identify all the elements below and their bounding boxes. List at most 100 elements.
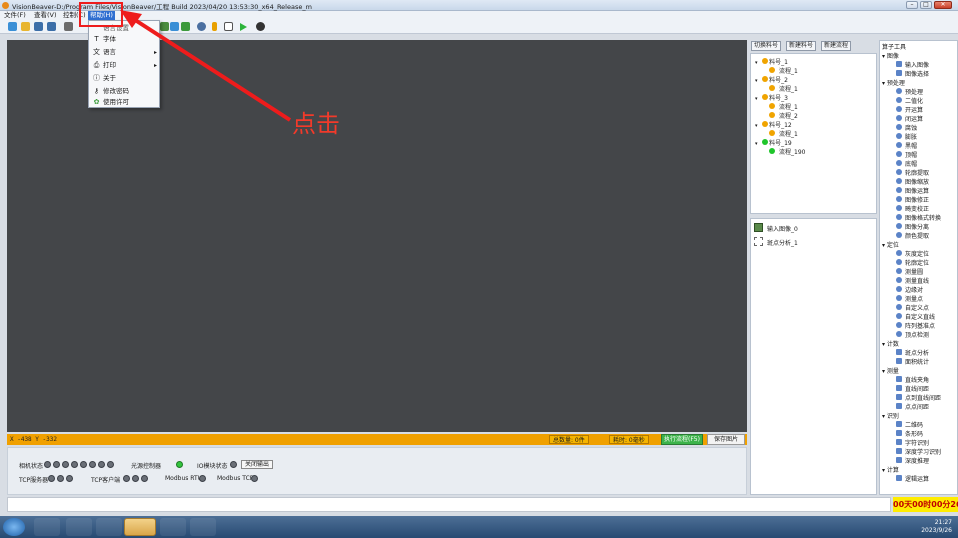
operator-item[interactable]: 轮廓定位	[896, 258, 929, 267]
operator-item[interactable]: 顶帽	[896, 150, 917, 159]
save-image-button[interactable]: 保存图片	[707, 434, 745, 445]
tree-item[interactable]: ▾ 料号_1	[755, 57, 788, 66]
save-icon[interactable]	[34, 22, 43, 31]
visionbeaver-app-icon[interactable]	[190, 518, 216, 536]
run-flow-button[interactable]: 执行流程(F5)	[661, 434, 703, 445]
operator-item[interactable]: 灰度定位	[896, 249, 929, 258]
flow-step[interactable]: 输入图像_0	[754, 223, 874, 233]
operator-item[interactable]: 顶点检测	[896, 330, 929, 339]
operator-item[interactable]: 自定义点	[896, 303, 929, 312]
operator-item[interactable]: 测量圆	[896, 267, 923, 276]
folder-icon[interactable]	[124, 518, 156, 536]
tree-item[interactable]: ▾ 料号_3	[755, 93, 788, 102]
operator-icon	[896, 142, 902, 148]
operator-label: 颜色提取	[905, 233, 930, 240]
tree-item[interactable]: ▾ 料号_2	[755, 75, 788, 84]
settings-icon[interactable]	[64, 22, 73, 31]
new-flow-button[interactable]: 新建流程	[821, 41, 852, 51]
operator-item[interactable]: 二维码	[896, 420, 923, 429]
operator-group[interactable]: ▾ 计数	[882, 339, 899, 348]
cursor-coordinates: X -438 Y -332	[10, 436, 57, 443]
operator-item[interactable]: 图像运算	[896, 186, 929, 195]
maximize-button[interactable]: □	[920, 1, 932, 9]
tree-item[interactable]: 流程_190	[769, 147, 805, 156]
operator-group[interactable]: ▾ 测量	[882, 366, 899, 375]
operator-group-label: 计数	[886, 341, 899, 348]
operator-group[interactable]: ▾ 识别	[882, 411, 899, 420]
operator-item[interactable]: 底帽	[896, 159, 917, 168]
tree-item[interactable]: 流程_1	[769, 129, 798, 138]
tree-item[interactable]: 流程_1	[769, 84, 798, 93]
operator-item[interactable]: 测量直线	[896, 276, 929, 285]
command-input[interactable]	[7, 497, 891, 512]
operator-item[interactable]: 测量点	[896, 294, 923, 303]
operator-group[interactable]: ▾ 计算	[882, 465, 899, 474]
operator-item[interactable]: 图像修正	[896, 195, 929, 204]
operator-item[interactable]: 膨胀	[896, 132, 917, 141]
minimize-button[interactable]: –	[906, 1, 918, 9]
operator-item[interactable]: 轮廓提取	[896, 168, 929, 177]
menu-view[interactable]: 查看(V)	[32, 11, 59, 20]
operator-item[interactable]: 逻辑运算	[896, 474, 929, 483]
operator-item[interactable]: 条形码	[896, 429, 923, 438]
elapsed-time: 耗时: 0毫秒	[609, 435, 649, 444]
operator-item[interactable]: 图像格式转换	[896, 213, 941, 222]
operator-item[interactable]: 边缘对	[896, 285, 923, 294]
switch-recipe-button[interactable]: 切换料号	[751, 41, 782, 51]
operator-item[interactable]: 图像分离	[896, 222, 929, 231]
new-icon[interactable]	[8, 22, 17, 31]
operator-item[interactable]: 颜色提取	[896, 231, 929, 240]
operator-toolbox-title: 算子工具	[882, 44, 907, 51]
camera-7-indicator	[98, 461, 105, 468]
start-icon[interactable]	[3, 518, 25, 536]
operator-item[interactable]: 输入图像	[896, 60, 929, 69]
operator-item[interactable]: 深度推理	[896, 456, 929, 465]
operator-item[interactable]: 深度学习识别	[896, 447, 941, 456]
operator-item[interactable]: 直线夹角	[896, 375, 929, 384]
operator-item[interactable]: 图像缩放	[896, 177, 929, 186]
close-button[interactable]: ✕	[934, 1, 952, 9]
operator-item[interactable]: 图像选择	[896, 69, 929, 78]
operator-item[interactable]: 阵列基准点	[896, 321, 935, 330]
operator-item[interactable]: 预处理	[896, 87, 923, 96]
operator-label: 图像缩放	[905, 179, 930, 186]
operator-item[interactable]: 畸变校正	[896, 204, 929, 213]
tools-icon[interactable]	[96, 518, 122, 536]
operator-item[interactable]: 直线间距	[896, 384, 929, 393]
operator-item[interactable]: 自定义直线	[896, 312, 935, 321]
operator-label: 图像格式转换	[905, 215, 942, 222]
flow-step[interactable]: 斑点分析_1	[754, 237, 874, 247]
green-app-icon[interactable]	[160, 518, 186, 536]
explorer-icon[interactable]	[66, 518, 92, 536]
tree-item[interactable]: 流程_1	[769, 66, 798, 75]
tree-item[interactable]: 流程_1	[769, 102, 798, 111]
save-as-icon[interactable]	[47, 22, 56, 31]
operator-item[interactable]: 闭运算	[896, 114, 923, 123]
taskbar: 21:27 2023/9/26	[0, 516, 958, 538]
operator-group[interactable]: ▾ 定位	[882, 240, 899, 249]
operator-item[interactable]: 面积统计	[896, 357, 929, 366]
status-dot	[769, 112, 775, 118]
operator-icon	[896, 169, 902, 175]
operator-item[interactable]: 腐蚀	[896, 123, 917, 132]
open-icon[interactable]	[21, 22, 30, 31]
operator-item[interactable]: 开运算	[896, 105, 923, 114]
operator-item[interactable]: 字符识别	[896, 438, 929, 447]
operator-group[interactable]: ▾ 预处理	[882, 78, 905, 87]
browser-icon[interactable]	[34, 518, 60, 536]
status-dot	[769, 130, 775, 136]
operator-item[interactable]: 黑帽	[896, 141, 917, 150]
system-clock: 21:27 2023/9/26	[921, 519, 952, 535]
menu-file[interactable]: 文件(F)	[2, 11, 28, 20]
tree-item[interactable]: 流程_2	[769, 111, 798, 120]
operator-item[interactable]: 二值化	[896, 96, 923, 105]
operator-item[interactable]: 斑点分析	[896, 348, 929, 357]
tree-item[interactable]: ▾ 料号_12	[755, 120, 792, 129]
operator-item[interactable]: 点到直线间距	[896, 393, 941, 402]
close-output-button[interactable]: 关闭输出	[241, 460, 274, 469]
tree-item[interactable]: ▾ 料号_19	[755, 138, 792, 147]
operator-group-label: 测量	[886, 368, 899, 375]
new-recipe-button[interactable]: 新建料号	[786, 41, 817, 51]
operator-group[interactable]: ▾ 图像	[882, 51, 899, 60]
operator-item[interactable]: 点点间距	[896, 402, 929, 411]
